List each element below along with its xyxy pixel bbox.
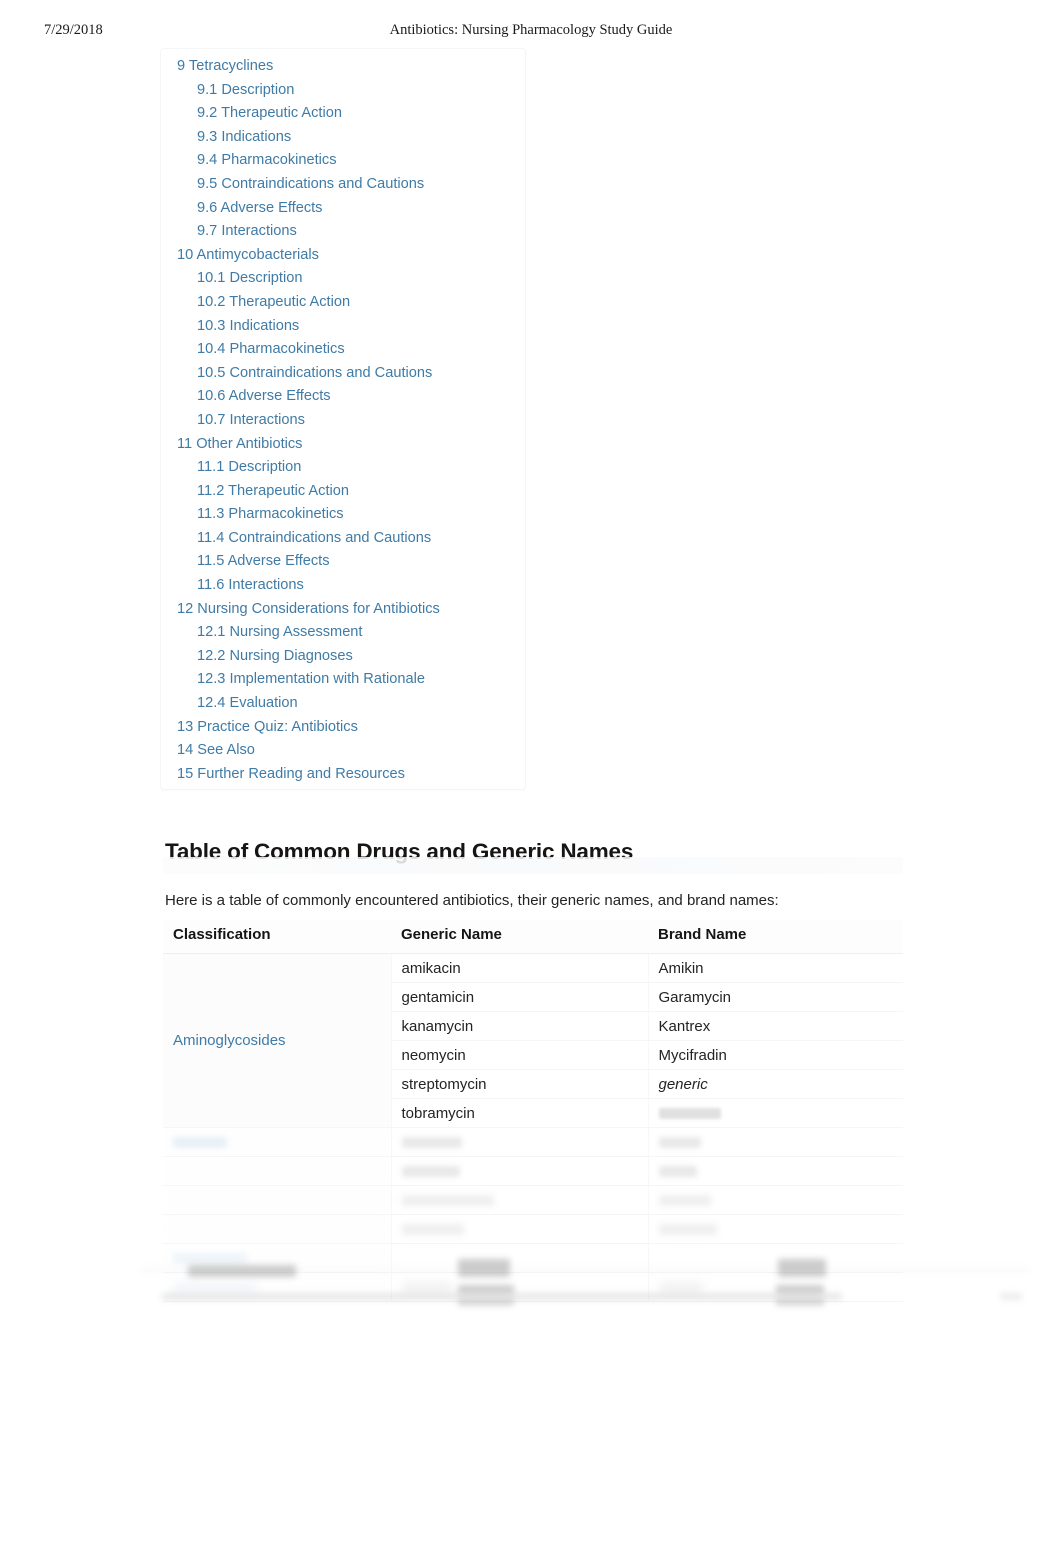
brand-name-text: generic <box>658 1075 708 1093</box>
obscured-brand-name <box>658 1224 717 1236</box>
generic-name-cell-obscured <box>391 1185 649 1215</box>
brand-name-cell <box>648 1098 903 1128</box>
toc-item[interactable]: 10.5 Contraindications and Cautions <box>161 362 525 386</box>
toc-item[interactable]: 11.2 Therapeutic Action <box>161 480 525 504</box>
brand-name-cell-obscured <box>648 1185 903 1215</box>
footer-blur-chip <box>188 1265 296 1277</box>
classification-link[interactable]: Aminoglycosides <box>173 1032 286 1049</box>
brand-name-cell: Amikin <box>648 953 903 983</box>
toc-item[interactable]: 15 Further Reading and Resources <box>161 763 525 787</box>
obscured-brand-name <box>658 1137 701 1149</box>
drug-table: Classification Generic Name Brand Name A… <box>163 920 903 1302</box>
generic-name-cell-obscured <box>391 1127 649 1157</box>
toc-item[interactable]: 10.3 Indications <box>161 315 525 339</box>
brand-name-cell-obscured <box>648 1156 903 1186</box>
table-row-obscured <box>163 1127 903 1157</box>
generic-name-cell: kanamycin <box>391 1011 649 1041</box>
classification-cell: Aminoglycosides <box>163 953 392 1128</box>
obscured-generic-name <box>401 1224 464 1236</box>
toc-item[interactable]: 9.5 Contraindications and Cautions <box>161 173 525 197</box>
column-header-brand-name: Brand Name <box>648 920 903 954</box>
brand-name-cell: generic <box>648 1069 903 1099</box>
table-of-contents-panel: 9 Tetracyclines 9.1 Description 9.2 Therap… <box>160 48 526 790</box>
brand-name-cell: Mycifradin <box>648 1040 903 1070</box>
obscured-brand-name <box>658 1166 697 1178</box>
classification-cell-obscured <box>163 1127 392 1157</box>
toc-item[interactable]: 12.3 Implementation with Rationale <box>161 668 525 692</box>
toc-item[interactable]: 11 Other Antibiotics <box>161 433 525 457</box>
table-row-obscured <box>163 1185 903 1215</box>
brand-name-cell-obscured <box>648 1214 903 1244</box>
print-header: 7/29/2018 Antibiotics: Nursing Pharmacol… <box>0 22 1062 44</box>
classification-cell-obscured <box>163 1214 392 1244</box>
brand-name-text: Garamycin <box>658 988 732 1006</box>
table-of-contents-list: 9 Tetracyclines 9.1 Description 9.2 Therap… <box>161 55 525 786</box>
toc-item[interactable]: 10.6 Adverse Effects <box>161 385 525 409</box>
obscured-generic-name <box>401 1137 462 1149</box>
generic-name-cell: tobramycin <box>391 1098 649 1128</box>
generic-name-cell: gentamicin <box>391 982 649 1012</box>
toc-item[interactable]: 9.7 Interactions <box>161 220 525 244</box>
toc-item[interactable]: 10.7 Interactions <box>161 409 525 433</box>
toc-item[interactable]: 9.6 Adverse Effects <box>161 197 525 221</box>
brand-name-cell-obscured <box>648 1127 903 1157</box>
brand-name-cell: Garamycin <box>648 982 903 1012</box>
generic-name-cell: neomycin <box>391 1040 649 1070</box>
toc-item[interactable]: 11.5 Adverse Effects <box>161 550 525 574</box>
classification-cell-obscured <box>163 1185 392 1215</box>
toc-item[interactable]: 10 Antimycobacterials <box>161 244 525 268</box>
print-document-title: Antibiotics: Nursing Pharmacology Study … <box>389 22 673 38</box>
toc-item[interactable]: 12.4 Evaluation <box>161 692 525 716</box>
table-header-row: Classification Generic Name Brand Name <box>163 920 903 954</box>
footer-blur-chip <box>458 1259 510 1277</box>
toc-item[interactable]: 9.1 Description <box>161 79 525 103</box>
generic-name-cell-obscured <box>391 1156 649 1186</box>
drug-table-head: Classification Generic Name Brand Name <box>163 920 903 954</box>
generic-name-cell-obscured <box>391 1214 649 1244</box>
brand-name-text: Mycifradin <box>658 1046 727 1064</box>
toc-item[interactable]: 10.2 Therapeutic Action <box>161 291 525 315</box>
column-header-generic-name: Generic Name <box>391 920 648 954</box>
decorative-band <box>163 857 903 874</box>
toc-item[interactable]: 11.3 Pharmacokinetics <box>161 503 525 527</box>
toc-item[interactable]: 12 Nursing Considerations for Antibiotic… <box>161 598 525 622</box>
toc-item[interactable]: 14 See Also <box>161 739 525 763</box>
footer-blur-line <box>1000 1293 1022 1300</box>
footer-blur-line <box>162 1293 842 1300</box>
toc-item[interactable]: 9.4 Pharmacokinetics <box>161 149 525 173</box>
drug-table-body: Aminoglycosides amikacin Amikin gentamicin G… <box>163 953 903 1302</box>
toc-item[interactable]: 13 Practice Quiz: Antibiotics <box>161 716 525 740</box>
table-row-obscured <box>163 1156 903 1186</box>
table-row-obscured <box>163 1214 903 1244</box>
brand-name-text: Amikin <box>658 959 704 977</box>
toc-item[interactable]: 12.2 Nursing Diagnoses <box>161 645 525 669</box>
toc-item[interactable]: 11.6 Interactions <box>161 574 525 598</box>
toc-item[interactable]: 11.1 Description <box>161 456 525 480</box>
brand-name-text: Kantrex <box>658 1017 711 1035</box>
obscured-classification <box>173 1137 227 1149</box>
generic-name-cell: streptomycin <box>391 1069 649 1099</box>
toc-item[interactable]: 11.4 Contraindications and Cautions <box>161 527 525 551</box>
toc-item[interactable]: 9.2 Therapeutic Action <box>161 102 525 126</box>
obscured-generic-name <box>401 1195 494 1207</box>
footer-blur-chip <box>778 1259 826 1277</box>
column-header-classification: Classification <box>163 920 391 954</box>
toc-item[interactable]: 10.1 Description <box>161 267 525 291</box>
toc-item[interactable]: 12.1 Nursing Assessment <box>161 621 525 645</box>
obscured-brand-name <box>658 1108 721 1120</box>
obscured-brand-name <box>658 1195 711 1207</box>
classification-cell-obscured <box>163 1156 392 1186</box>
brand-name-cell: Kantrex <box>648 1011 903 1041</box>
print-footer <box>140 1255 1030 1313</box>
toc-item[interactable]: 9.3 Indications <box>161 126 525 150</box>
toc-item[interactable]: 10.4 Pharmacokinetics <box>161 338 525 362</box>
table-row: Aminoglycosides amikacin Amikin <box>163 953 903 1128</box>
intro-paragraph: Here is a table of commonly encountered … <box>165 892 779 909</box>
generic-name-cell: amikacin <box>391 953 649 983</box>
toc-item[interactable]: 9 Tetracyclines <box>161 55 525 79</box>
obscured-generic-name <box>401 1166 460 1178</box>
